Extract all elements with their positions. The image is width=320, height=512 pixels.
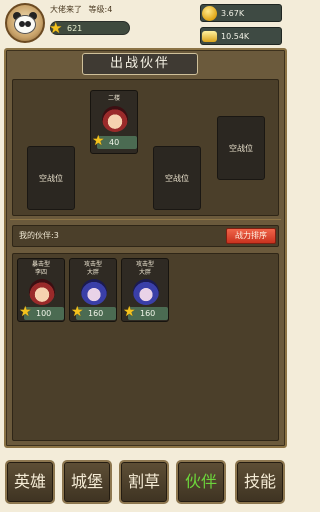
player-name: 大佬来了: [50, 5, 82, 14]
partner-role: 暴击型: [31, 261, 50, 268]
partner-level-badge: ★ 100: [19, 304, 64, 320]
partner-roster: 暴击型 李四 ★ 100 攻击型 大胖 ★ 160 攻击型 大胖 ★ 160: [12, 253, 279, 441]
partner-level-badge: ★ 160: [123, 304, 168, 320]
battle-slots-area: 空战位 二楼 ★ 40 空战位 空战位: [12, 79, 279, 216]
star-icon: ★: [123, 304, 136, 320]
sort-by-power-button[interactable]: 战力排序: [226, 228, 276, 244]
partner-name: 李四: [34, 269, 47, 276]
ingot-display: 10.54K: [200, 27, 282, 45]
partner-card[interactable]: 攻击型 大胖 ★ 160: [69, 258, 117, 322]
partner-card[interactable]: 攻击型 大胖 ★ 160: [121, 258, 169, 322]
partner-panel: 出战伙伴 空战位 二楼 ★ 40 空战位 空战位 我的伙伴:3 战力排序 暴击型…: [4, 48, 287, 448]
battle-slot-3[interactable]: 空战位: [153, 146, 201, 210]
my-partners-bar: 我的伙伴:3 战力排序: [12, 225, 279, 247]
battle-slot-2[interactable]: 二楼 ★ 40: [90, 90, 138, 154]
nav-skills[interactable]: 技能: [235, 460, 285, 504]
power-display: ★ 621: [49, 19, 130, 37]
star-icon: ★: [19, 304, 32, 320]
panel-title: 出战伙伴: [82, 53, 198, 75]
battle-slot-4[interactable]: 空战位: [217, 116, 265, 180]
partner-portrait: [81, 279, 107, 305]
partner-level: 160: [88, 309, 104, 318]
hero-level: 40: [109, 138, 120, 147]
hero-portrait: [102, 106, 128, 132]
nav-mowing[interactable]: 割草: [119, 460, 169, 504]
panda-avatar-icon: [12, 11, 38, 35]
hero-name: 二楼: [107, 95, 120, 102]
gold-coin-icon: [202, 6, 217, 21]
partner-role: 攻击型: [135, 261, 154, 268]
top-bar: 大佬来了 等级:4 ★ 621 3.67K 10.54K: [0, 0, 291, 46]
empty-slot-label: 空战位: [39, 173, 63, 183]
empty-slot-label: 空战位: [165, 173, 189, 183]
gold-value: 3.67K: [221, 9, 245, 18]
my-partners-count: 我的伙伴:3: [19, 231, 59, 240]
ingot-value: 10.54K: [221, 32, 250, 41]
bottom-nav: 英雄 城堡 割草 伙伴 技能: [0, 456, 291, 512]
partner-portrait: [29, 279, 55, 305]
nav-castle[interactable]: 城堡: [62, 460, 112, 504]
gold-display: 3.67K: [200, 4, 282, 22]
nav-heroes[interactable]: 英雄: [5, 460, 55, 504]
partner-name: 大胖: [86, 269, 99, 276]
partner-card[interactable]: 暴击型 李四 ★ 100: [17, 258, 65, 322]
partner-portrait: [133, 279, 159, 305]
star-icon: ★: [71, 304, 84, 320]
battle-slot-1[interactable]: 空战位: [27, 146, 75, 210]
nav-partners[interactable]: 伙伴: [176, 460, 226, 504]
player-level: 等级:4: [88, 5, 113, 14]
partner-level: 160: [140, 309, 156, 318]
gold-ingot-icon: [202, 31, 217, 42]
partner-name: 大胖: [138, 269, 151, 276]
star-icon: ★: [49, 19, 63, 37]
hero-level-badge: ★ 40: [92, 133, 137, 149]
partner-level: 100: [36, 309, 52, 318]
power-value: 621: [67, 24, 83, 33]
empty-slot-label: 空战位: [229, 143, 253, 153]
divider: [10, 219, 281, 220]
player-avatar[interactable]: [5, 3, 45, 43]
player-info: 大佬来了 等级:4: [50, 4, 116, 15]
partner-role: 攻击型: [83, 261, 102, 268]
star-icon: ★: [92, 133, 105, 149]
partner-level-badge: ★ 160: [71, 304, 116, 320]
